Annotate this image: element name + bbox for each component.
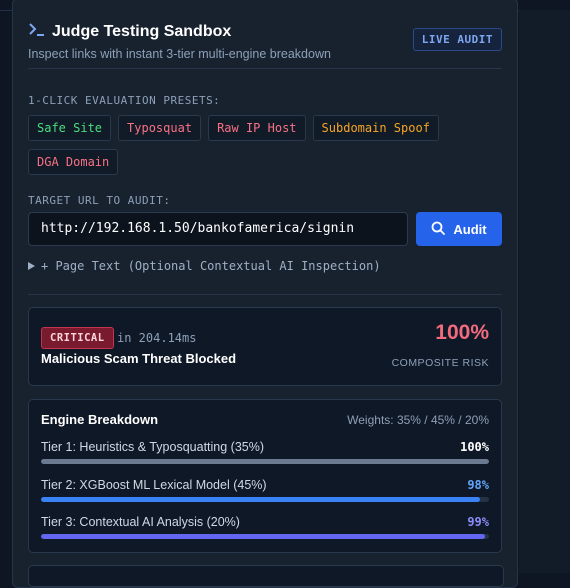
triangle-right-icon	[28, 259, 35, 273]
target-url-label: TARGET URL TO AUDIT:	[28, 194, 171, 207]
engine-breakdown-title: Engine Breakdown	[41, 412, 159, 427]
tier-1-track	[41, 459, 489, 464]
input-divider	[28, 294, 502, 295]
next-card-edge	[28, 565, 504, 587]
tier-3-track	[41, 534, 489, 539]
terminal-icon	[28, 20, 46, 43]
result-title: Malicious Scam Threat Blocked	[41, 351, 237, 366]
audit-button-label: Audit	[453, 221, 487, 237]
severity-badge: CRITICAL	[41, 327, 114, 349]
tier-3-value: 99%	[467, 515, 489, 529]
presets-label: 1-CLICK EVALUATION PRESETS:	[28, 94, 221, 107]
tier-2-value: 98%	[467, 478, 489, 492]
right-column-background	[519, 10, 570, 573]
tier-2-name: Tier 2: XGBoost ML Lexical Model (45%)	[41, 478, 267, 492]
panel-header: Judge Testing Sandbox Inspect links with…	[28, 20, 502, 61]
preset-subdomain-spoof[interactable]: Subdomain Spoof	[312, 115, 439, 141]
preset-safe-site[interactable]: Safe Site	[28, 115, 112, 141]
target-url-input[interactable]: http://192.168.1.50/bankofamerica/signin	[28, 212, 408, 246]
preset-list: Safe Site Typosquat Raw IP Host Subdomai…	[28, 115, 502, 175]
audit-button[interactable]: Audit	[416, 212, 502, 246]
composite-risk-label: COMPOSITE RISK	[391, 357, 489, 369]
page-title: Judge Testing Sandbox	[52, 22, 232, 40]
live-audit-badge: LIVE AUDIT	[412, 28, 502, 51]
header-divider	[28, 68, 502, 69]
tier-2-fill	[41, 497, 481, 502]
preset-dga-domain[interactable]: DGA Domain	[28, 149, 119, 175]
engine-breakdown-card: Engine Breakdown Weights: 35% / 45% / 20…	[28, 399, 502, 553]
page-text-toggle[interactable]: + Page Text (Optional Contextual AI Insp…	[28, 259, 381, 273]
tier-1-fill	[41, 459, 489, 464]
preset-raw-ip-host[interactable]: Raw IP Host	[208, 115, 306, 141]
search-icon	[431, 221, 446, 238]
tier-3-name: Tier 3: Contextual AI Analysis (20%)	[41, 515, 240, 529]
tier-2-row: Tier 2: XGBoost ML Lexical Model (45%) 9…	[41, 478, 489, 502]
tier-1-row: Tier 1: Heuristics & Typosquatting (35%)…	[41, 440, 489, 464]
tier-3-row: Tier 3: Contextual AI Analysis (20%) 99%	[41, 515, 489, 539]
tier-1-value: 100%	[460, 440, 489, 454]
tier-3-fill	[41, 534, 485, 539]
result-card: CRITICAL in 204.14ms Malicious Scam Thre…	[28, 307, 502, 386]
engine-weights: Weights: 35% / 45% / 20%	[347, 413, 489, 427]
latency-text: in 204.14ms	[117, 331, 197, 345]
tier-2-track	[41, 497, 489, 502]
composite-risk-value: 100%	[435, 321, 489, 344]
preset-typosquat[interactable]: Typosquat	[118, 115, 202, 141]
page-text-label: + Page Text (Optional Contextual AI Insp…	[41, 259, 381, 273]
tier-1-name: Tier 1: Heuristics & Typosquatting (35%)	[41, 440, 265, 454]
